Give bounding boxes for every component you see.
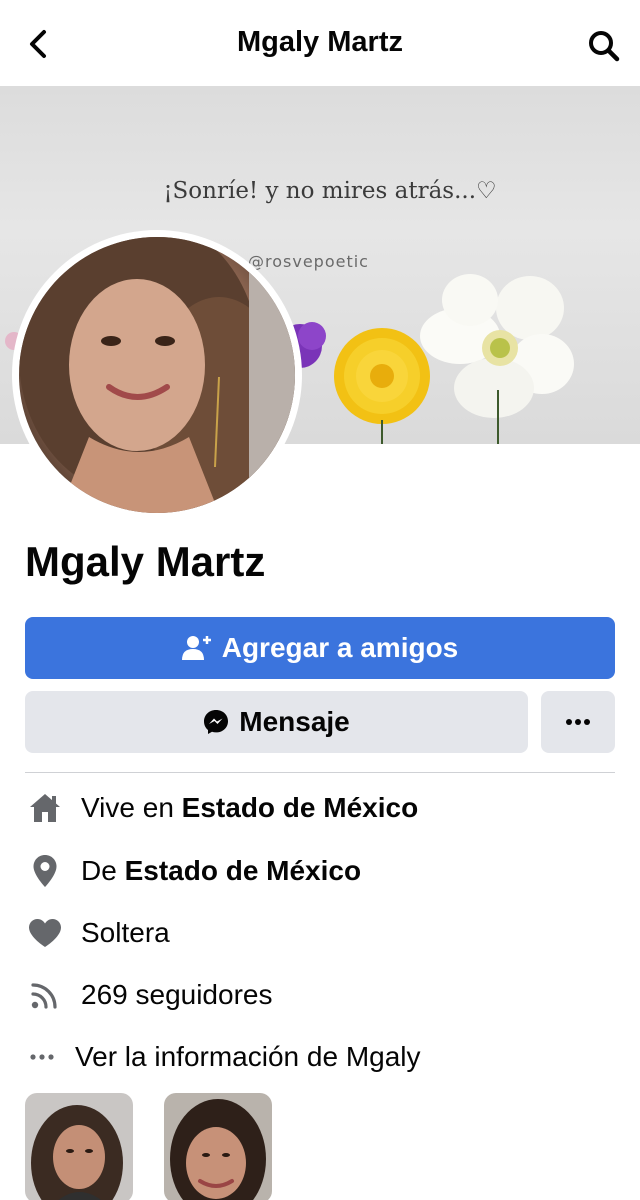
from-place: Estado de México xyxy=(124,855,362,886)
messenger-icon xyxy=(204,710,229,734)
message-label: Mensaje xyxy=(239,706,350,737)
add-friend-label: Agregar a amigos xyxy=(221,632,459,663)
profile-name: Mgaly Martz xyxy=(25,538,266,585)
photo-thumbnail-image xyxy=(164,1093,272,1200)
location-pin-icon xyxy=(25,851,65,891)
heart-icon xyxy=(25,913,65,953)
page-title: Mgaly Martz xyxy=(237,26,403,58)
photo-thumbnail[interactable] xyxy=(25,1093,133,1200)
see-info-text: Ver la información de Mgaly xyxy=(75,1041,421,1072)
ellipsis-icon xyxy=(566,719,590,725)
top-nav-bar: Mgaly Martz xyxy=(0,0,640,86)
info-row-followers[interactable]: 269 seguidores xyxy=(25,975,272,1015)
ellipsis-icon xyxy=(25,1037,59,1077)
profile-avatar[interactable] xyxy=(12,230,302,520)
message-button[interactable]: Mensaje xyxy=(25,691,528,753)
search-button[interactable] xyxy=(584,26,624,66)
more-options-button[interactable] xyxy=(541,691,615,753)
profile-photo-illustration xyxy=(19,237,295,513)
add-person-icon xyxy=(181,636,211,660)
followers-count: 269 seguidores xyxy=(81,979,273,1010)
section-divider xyxy=(25,772,615,773)
from-text: De Estado de México xyxy=(81,855,361,887)
info-row-lives: Vive en Estado de México xyxy=(25,788,418,828)
info-row-see-info[interactable]: Ver la información de Mgaly xyxy=(25,1037,421,1077)
search-icon xyxy=(589,31,620,62)
profile-photo xyxy=(19,237,295,513)
add-friend-button[interactable]: Agregar a amigos xyxy=(25,617,615,679)
from-prefix: De xyxy=(81,855,125,886)
lives-in-text: Vive en Estado de México xyxy=(81,792,418,824)
info-row-relationship: Soltera xyxy=(25,913,170,953)
photo-thumbnail[interactable] xyxy=(164,1093,272,1200)
info-row-from: De Estado de México xyxy=(25,851,361,891)
rss-feed-icon xyxy=(25,975,65,1015)
lives-in-place: Estado de México xyxy=(181,792,419,823)
home-icon xyxy=(25,788,65,828)
photo-thumbnail-image xyxy=(25,1093,133,1200)
lives-in-prefix: Vive en xyxy=(81,792,182,823)
back-button[interactable] xyxy=(20,24,56,64)
relationship-text: Soltera xyxy=(81,917,170,948)
chevron-left-icon xyxy=(30,30,46,58)
